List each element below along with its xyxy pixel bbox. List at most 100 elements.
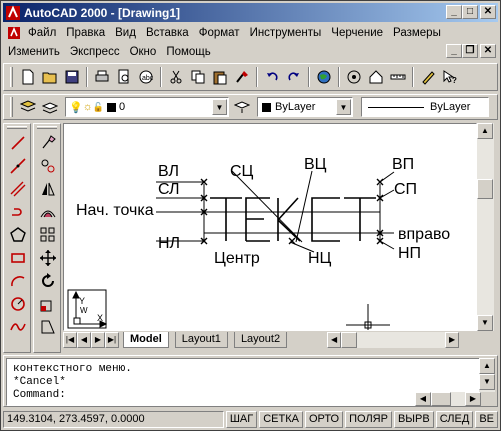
toolbar-grip[interactable]: [10, 97, 13, 117]
toolbar-grip[interactable]: [7, 126, 27, 129]
move-button[interactable]: [36, 246, 60, 269]
print-preview-button[interactable]: [113, 66, 135, 88]
tab-layout2[interactable]: Layout2: [233, 332, 288, 348]
layers-button[interactable]: [17, 96, 39, 118]
menu-format[interactable]: Формат: [194, 27, 245, 39]
erase-button[interactable]: [36, 131, 60, 154]
draw-polygon-button[interactable]: [6, 223, 30, 246]
draw-circle-button[interactable]: [6, 292, 30, 315]
drawing-vertical-scrollbar[interactable]: ▲ ▼: [477, 123, 494, 331]
cmd-scroll-up-button[interactable]: ▲: [479, 358, 495, 374]
linetype-combo[interactable]: ByLayer: [361, 97, 489, 117]
menu-file[interactable]: Файл: [23, 27, 61, 39]
print-button[interactable]: [91, 66, 113, 88]
tab-layout1[interactable]: Layout1: [174, 332, 228, 348]
autocad-app-icon[interactable]: [5, 5, 21, 21]
paste-button[interactable]: [209, 66, 231, 88]
menu-modify[interactable]: Изменить: [3, 46, 65, 58]
rotate-button[interactable]: [36, 269, 60, 292]
scroll-down-button[interactable]: ▼: [477, 315, 493, 331]
drawing-canvas[interactable]: ВЛ СЛ Нач. точка НЛ СЦ ВЦ ВП СП вправо Н…: [63, 123, 477, 331]
snap-toggle[interactable]: ШАГ: [225, 410, 258, 428]
cmd-scroll-down-button[interactable]: ▼: [479, 374, 495, 390]
menu-window[interactable]: Окно: [125, 46, 162, 58]
browse-web-button[interactable]: [313, 66, 335, 88]
undo-button[interactable]: [261, 66, 283, 88]
command-horizontal-scrollbar[interactable]: ◀ ▶: [415, 392, 481, 406]
cmd-scroll-right-button[interactable]: ▶: [465, 392, 481, 406]
tab-next-button[interactable]: ▶: [91, 332, 105, 348]
tab-first-button[interactable]: |◀: [63, 332, 77, 348]
draw-polyline-button[interactable]: [6, 200, 30, 223]
draw-rectangle-button[interactable]: [6, 246, 30, 269]
cmd-hscroll-thumb[interactable]: [431, 392, 451, 406]
tab-prev-button[interactable]: ◀: [77, 332, 91, 348]
redo-button[interactable]: [283, 66, 305, 88]
menu-draw[interactable]: Черчение: [326, 27, 388, 39]
copy-object-button[interactable]: [36, 154, 60, 177]
cut-button[interactable]: [165, 66, 187, 88]
ucs-button[interactable]: [365, 66, 387, 88]
hscroll-left-button[interactable]: ◀: [327, 332, 342, 348]
doc-close-button[interactable]: ✕: [480, 44, 496, 58]
object-snap-button[interactable]: [343, 66, 365, 88]
draw-spline-button[interactable]: [6, 315, 30, 338]
close-button[interactable]: ✕: [480, 5, 496, 19]
array-button[interactable]: [36, 223, 60, 246]
open-button[interactable]: [39, 66, 61, 88]
help-button[interactable]: ?: [439, 66, 461, 88]
maximize-button[interactable]: □: [462, 5, 478, 19]
menu-dimension[interactable]: Размеры: [388, 27, 446, 39]
menu-edit[interactable]: Правка: [61, 27, 110, 39]
layer-combo[interactable]: 💡 ☼ 🔓 0 ▼: [65, 97, 229, 117]
menu-insert[interactable]: Вставка: [141, 27, 194, 39]
draw-multiline-button[interactable]: [6, 177, 30, 200]
match-properties-button[interactable]: [231, 66, 253, 88]
grid-toggle[interactable]: СЕТКА: [259, 410, 303, 428]
osnap-toggle[interactable]: ВЫРВ: [393, 410, 434, 428]
color-combo[interactable]: ByLayer ▼: [257, 97, 353, 117]
mirror-button[interactable]: [36, 177, 60, 200]
document-icon[interactable]: [7, 26, 21, 40]
minimize-button[interactable]: _: [446, 5, 462, 19]
menu-tools[interactable]: Инструменты: [245, 27, 327, 39]
otrack-toggle[interactable]: СЛЕД: [435, 410, 474, 428]
toolbar-grip[interactable]: [37, 126, 57, 129]
cmd-scroll-left-button[interactable]: ◀: [415, 392, 431, 406]
command-vertical-scrollbar[interactable]: ▲ ▼: [479, 358, 495, 392]
draw-line-button[interactable]: [6, 131, 30, 154]
tab-model[interactable]: Model: [123, 332, 169, 348]
polar-toggle[interactable]: ПОЛЯР: [345, 410, 392, 428]
color-dropdown-arrow[interactable]: ▼: [336, 99, 351, 115]
hscroll-thumb[interactable]: [341, 332, 358, 348]
command-prompt[interactable]: Command:: [13, 389, 479, 402]
menu-view[interactable]: Вид: [110, 27, 141, 39]
tab-last-button[interactable]: ▶|: [105, 332, 119, 348]
stretch-button[interactable]: [36, 315, 60, 338]
menu-help[interactable]: Помощь: [161, 46, 215, 58]
layer-dropdown-arrow[interactable]: ▼: [212, 99, 227, 115]
command-history[interactable]: контекстного меню. *Cancel* Command:: [6, 358, 480, 406]
layer-previous-button[interactable]: [231, 96, 253, 118]
draw-construction-line-button[interactable]: [6, 154, 30, 177]
save-button[interactable]: [61, 66, 83, 88]
ortho-toggle[interactable]: ОРТО: [304, 410, 344, 428]
lineweight-toggle[interactable]: ВЕ: [475, 410, 498, 428]
menu-express[interactable]: Экспресс: [65, 46, 125, 58]
scroll-up-button[interactable]: ▲: [477, 123, 493, 139]
new-button[interactable]: [17, 66, 39, 88]
scroll-thumb[interactable]: [477, 179, 493, 199]
measure-button[interactable]: [387, 66, 409, 88]
doc-minimize-button[interactable]: _: [446, 44, 462, 58]
offset-button[interactable]: [36, 200, 60, 223]
properties-button[interactable]: [417, 66, 439, 88]
hscroll-right-button[interactable]: ▶: [445, 332, 460, 348]
spell-button[interactable]: abc: [135, 66, 157, 88]
hscroll-track[interactable]: [357, 332, 446, 348]
make-current-layer-button[interactable]: [39, 96, 61, 118]
doc-restore-button[interactable]: ❐: [462, 44, 478, 58]
scale-button[interactable]: [36, 292, 60, 315]
draw-arc-button[interactable]: [6, 269, 30, 292]
toolbar-grip[interactable]: [10, 67, 13, 87]
copy-button[interactable]: [187, 66, 209, 88]
